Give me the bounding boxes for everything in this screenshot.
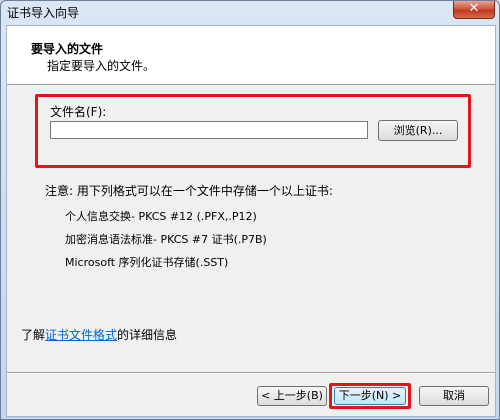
format-p7b: 加密消息语法标准- PKCS #7 证书(.P7B) — [65, 233, 267, 246]
window-title: 证书导入向导 — [7, 6, 80, 20]
wizard-body: 要导入的文件 指定要导入的文件。 文件名(F): 浏览(R)... 注意: 用下… — [6, 25, 496, 417]
footer-divider — [7, 372, 495, 374]
note-text: 注意: 用下列格式可以在一个文件中存储一个以上证书: — [45, 184, 333, 198]
learn-more: 了解证书文件格式的详细信息 — [21, 326, 177, 343]
page-subtitle: 指定要导入的文件。 — [47, 59, 156, 73]
close-icon: ✕ — [468, 1, 480, 16]
wizard-header: 要导入的文件 指定要导入的文件。 — [7, 26, 495, 85]
format-pfx: 个人信息交换- PKCS #12 (.PFX,.P12) — [65, 210, 257, 223]
next-button[interactable]: 下一步(N) > — [334, 387, 406, 405]
title-bar[interactable]: 证书导入向导 ✕ — [1, 1, 499, 23]
file-name-label: 文件名(F): — [50, 105, 107, 119]
certificate-file-formats-link[interactable]: 证书文件格式 — [45, 328, 117, 342]
cancel-button[interactable]: 取消 — [419, 386, 489, 406]
file-name-input[interactable] — [50, 121, 368, 139]
certificate-import-wizard-window: 证书导入向导 ✕ 要导入的文件 指定要导入的文件。 文件名(F): 浏览(R).… — [0, 0, 500, 420]
browse-button[interactable]: 浏览(R)... — [378, 120, 458, 141]
file-name-group: 文件名(F): 浏览(R)... — [35, 94, 471, 168]
next-button-highlight: 下一步(N) > — [329, 383, 411, 409]
close-button[interactable]: ✕ — [453, 1, 495, 19]
learn-more-prefix: 了解 — [21, 328, 46, 342]
back-button[interactable]: < 上一步(B) — [257, 386, 327, 406]
format-sst: Microsoft 序列化证书存储(.SST) — [65, 256, 229, 269]
learn-more-suffix: 的详细信息 — [117, 328, 178, 342]
page-title: 要导入的文件 — [31, 42, 104, 56]
